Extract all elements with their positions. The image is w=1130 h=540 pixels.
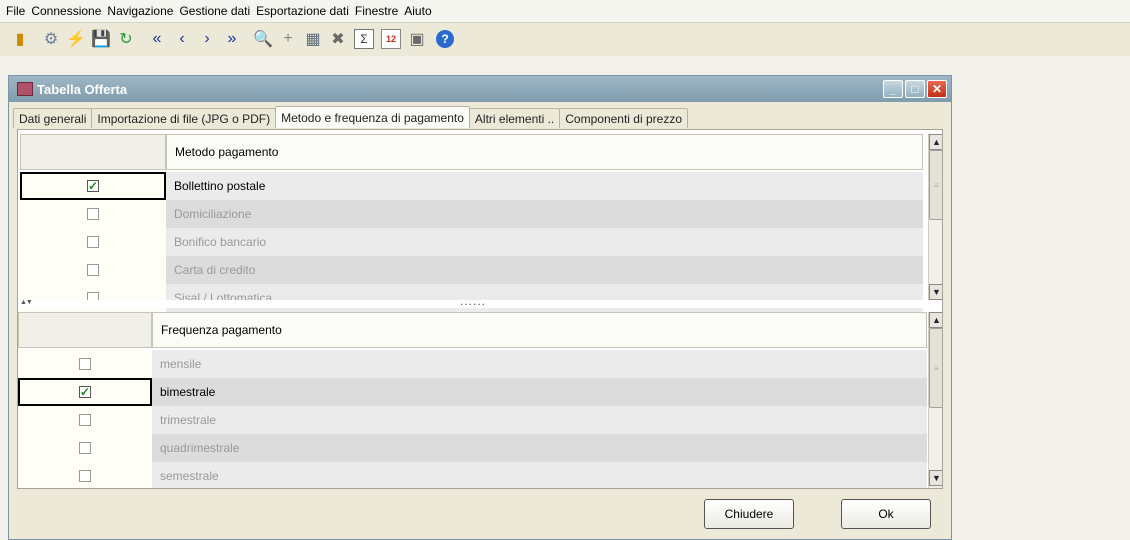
tab-1[interactable]: Dati generali [13, 108, 93, 128]
menu-finestre[interactable]: Finestre [352, 4, 401, 18]
tab-2[interactable]: Importazione di file (JPG o PDF) [91, 108, 277, 128]
row-label: trimestrale [152, 406, 927, 434]
table-row[interactable]: Domiciliazione [20, 200, 923, 228]
table-row[interactable]: ✓ bimestrale [18, 378, 927, 406]
menu-aiuto[interactable]: Aiuto [401, 4, 434, 18]
tab-3[interactable]: Metodo e frequenza di pagamento [275, 106, 470, 128]
row-label: semestrale [152, 462, 927, 488]
menu-bar: File Connessione Navigazione Gestione dati E… [0, 0, 1130, 23]
scroll-down-button[interactable]: ▼ [929, 284, 942, 300]
save-icon[interactable]: 💾 [89, 27, 113, 51]
metodo-pagamento-header[interactable]: Metodo pagamento [166, 134, 923, 170]
exit-icon[interactable]: ▮ [8, 27, 32, 51]
tools-icon[interactable]: ⚙ [39, 27, 63, 51]
checkbox-column-header [20, 134, 166, 170]
payment-panel: Metodo pagamento ✓ Bollettino postale Domi… [17, 129, 943, 489]
minimize-button[interactable]: _ [883, 80, 903, 98]
import-icon[interactable]: ⚡ [64, 27, 88, 51]
image-icon[interactable]: ▣ [405, 27, 429, 51]
row-checkbox-cell[interactable] [18, 434, 152, 462]
grid-splitter[interactable]: ▲▼ ...... [18, 294, 942, 308]
metodo-scrollbar[interactable]: ▲ ≡ ▼ [928, 134, 942, 300]
table-row[interactable]: mensile [18, 350, 927, 378]
table-row[interactable]: ✓ Bollettino postale [20, 172, 923, 200]
row-label: Domiciliazione [166, 200, 923, 228]
window-app-icon [17, 82, 33, 96]
tabella-offerta-window: Tabella Offerta _ □ ✕ Dati generali Impor… [8, 75, 952, 540]
tab-5[interactable]: Componenti di prezzo [559, 108, 688, 128]
row-checkbox-cell[interactable]: ✓ [20, 172, 166, 200]
tab-strip: Dati generali Importazione di file (JPG o… [13, 106, 688, 128]
row-checkbox-cell[interactable] [18, 462, 152, 488]
row-label: quadrimestrale [152, 434, 927, 462]
menu-gestione-dati[interactable]: Gestione dati [176, 4, 253, 18]
chiudere-button[interactable]: Chiudere [704, 499, 794, 529]
last-record-icon[interactable]: » [220, 27, 244, 51]
table-row[interactable]: Carta di credito [20, 256, 923, 284]
checkbox-unchecked[interactable] [87, 208, 99, 220]
table-row[interactable]: Bonifico bancario [20, 228, 923, 256]
delete-icon[interactable]: ✖ [326, 27, 350, 51]
table-row[interactable]: quadrimestrale [18, 434, 927, 462]
row-label: Bonifico bancario [166, 228, 923, 256]
add-icon[interactable]: + [276, 27, 300, 51]
window-title: Tabella Offerta [37, 81, 128, 97]
checkbox-checked[interactable]: ✓ [79, 386, 91, 398]
grid-icon[interactable]: ▦ [301, 27, 325, 51]
metodo-header-row: Metodo pagamento [20, 134, 923, 170]
menu-connessione[interactable]: Connessione [28, 4, 104, 18]
checkbox-checked[interactable]: ✓ [87, 180, 99, 192]
row-label: Carta di credito [166, 256, 923, 284]
scroll-up-button[interactable]: ▲ [929, 134, 942, 150]
toolbar: ▮ ⚙ ⚡ 💾 ↻ «‹ ›» 🔍 + ▦ ✖ Σ 12 ▣? [0, 23, 1130, 55]
frequenza-scrollbar[interactable]: ▲ ≡ ▼ [928, 312, 942, 488]
row-checkbox-cell[interactable] [18, 350, 152, 378]
maximize-button[interactable]: □ [905, 80, 925, 98]
row-checkbox-cell[interactable] [20, 256, 166, 284]
row-label: bimestrale [152, 378, 927, 406]
checkbox-unchecked[interactable] [87, 236, 99, 248]
checkbox-unchecked[interactable] [87, 264, 99, 276]
search-icon[interactable]: 🔍 [251, 27, 275, 51]
help-icon[interactable]: ? [436, 30, 454, 48]
scroll-up-button[interactable]: ▲ [929, 312, 942, 328]
splitter-grip[interactable]: ...... [460, 294, 486, 308]
checkbox-column-header [18, 312, 152, 348]
previous-record-icon[interactable]: ‹ [170, 27, 194, 51]
scroll-thumb[interactable]: ≡ [929, 150, 942, 220]
window-titlebar[interactable]: Tabella Offerta _ □ ✕ [9, 76, 951, 102]
frequenza-header-row: Frequenza pagamento [18, 312, 927, 348]
calendar-icon[interactable]: 12 [381, 29, 401, 49]
ok-button[interactable]: Ok [841, 499, 931, 529]
scroll-thumb[interactable]: ≡ [929, 328, 942, 408]
checkbox-unchecked[interactable] [79, 414, 91, 426]
checkbox-unchecked[interactable] [79, 442, 91, 454]
row-checkbox-cell[interactable] [20, 200, 166, 228]
menu-esportazione-dati[interactable]: Esportazione dati [253, 4, 352, 18]
row-checkbox-cell[interactable] [20, 228, 166, 256]
close-window-button[interactable]: ✕ [927, 80, 947, 98]
menu-file[interactable]: File [0, 4, 28, 18]
frequenza-pagamento-header[interactable]: Frequenza pagamento [152, 312, 927, 348]
checkbox-unchecked[interactable] [79, 358, 91, 370]
frequenza-pagamento-grid: Frequenza pagamento mensile ✓ bimestrale tr… [18, 308, 929, 488]
row-label: mensile [152, 350, 927, 378]
metodo-pagamento-grid: Metodo pagamento ✓ Bollettino postale Domi… [18, 130, 929, 312]
checkbox-unchecked[interactable] [79, 470, 91, 482]
splitter-arrows-icon[interactable]: ▲▼ [20, 299, 33, 306]
refresh-icon[interactable]: ↻ [114, 27, 138, 51]
tab-4[interactable]: Altri elementi .. [468, 108, 561, 128]
row-checkbox-cell[interactable]: ✓ [18, 378, 152, 406]
table-row[interactable]: semestrale [18, 462, 927, 488]
sum-icon[interactable]: Σ [354, 29, 374, 49]
first-record-icon[interactable]: « [145, 27, 169, 51]
row-label: Bollettino postale [166, 172, 923, 200]
row-checkbox-cell[interactable] [18, 406, 152, 434]
table-row[interactable]: trimestrale [18, 406, 927, 434]
menu-navigazione[interactable]: Navigazione [104, 4, 176, 18]
next-record-icon[interactable]: › [195, 27, 219, 51]
scroll-down-button[interactable]: ▼ [929, 470, 942, 486]
